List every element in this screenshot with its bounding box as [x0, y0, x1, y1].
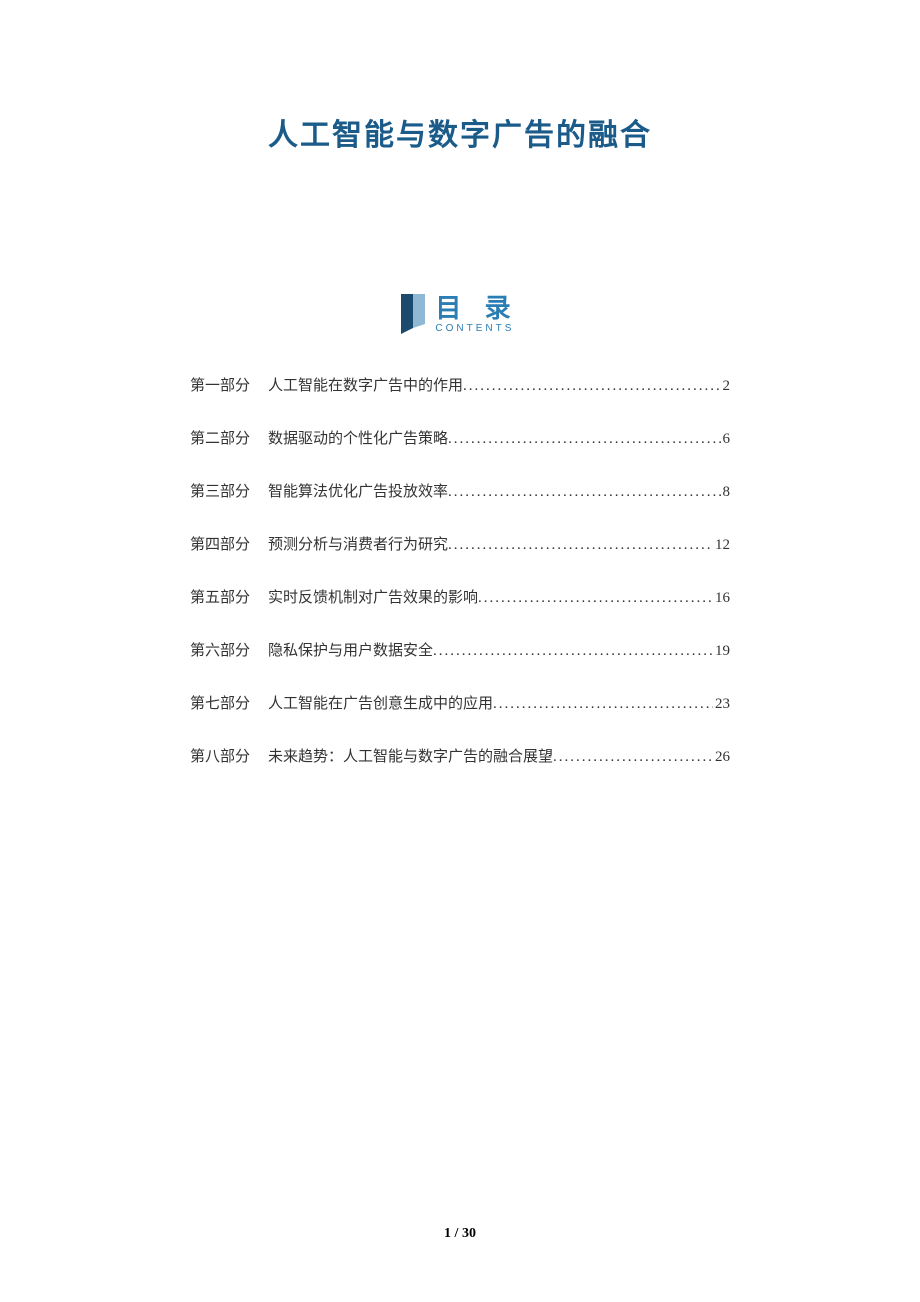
toc-part: 第三部分	[190, 480, 250, 501]
page-number-sep: /	[451, 1226, 462, 1241]
toc-page: 8	[721, 484, 731, 501]
toc-chapter: 未来趋势：人工智能与数字广告的融合展望	[268, 745, 553, 766]
toc-part: 第八部分	[190, 745, 250, 766]
toc-leader	[448, 537, 713, 554]
toc-part: 第一部分	[190, 374, 250, 395]
toc-page: 6	[721, 431, 731, 448]
page-number-total: 30	[462, 1226, 476, 1241]
toc-page: 16	[713, 590, 730, 607]
toc-entry[interactable]: 第八部分 未来趋势：人工智能与数字广告的融合展望 26	[190, 745, 730, 766]
toc-leader	[493, 696, 713, 713]
toc-entry[interactable]: 第二部分 数据驱动的个性化广告策略 6	[190, 427, 730, 448]
toc-page: 26	[713, 749, 730, 766]
page-footer: 1 / 30	[0, 1226, 920, 1242]
toc-leader	[448, 431, 720, 448]
page-number-current: 1	[444, 1226, 451, 1241]
toc-entry[interactable]: 第五部分 实时反馈机制对广告效果的影响 16	[190, 586, 730, 607]
toc-chapter: 数据驱动的个性化广告策略	[268, 427, 448, 448]
toc-header-sub: CONTENTS	[435, 323, 514, 334]
toc-chapter: 隐私保护与用户数据安全	[268, 639, 433, 660]
toc-header-icon	[401, 294, 425, 334]
toc-part: 第六部分	[190, 639, 250, 660]
toc-header-main: 目 录	[435, 295, 518, 321]
document-page: 人工智能与数字广告的融合 目 录 CONTENTS 第一部分 人工智能在数字广告…	[0, 0, 920, 766]
toc-entry[interactable]: 第三部分 智能算法优化广告投放效率 8	[190, 480, 730, 501]
toc-header-title: 目 录 CONTENTS	[435, 295, 518, 334]
toc-part: 第二部分	[190, 427, 250, 448]
toc-page: 2	[721, 378, 731, 395]
page-title: 人工智能与数字广告的融合	[120, 110, 800, 154]
toc-leader	[448, 484, 720, 501]
toc-entry[interactable]: 第一部分 人工智能在数字广告中的作用 2	[190, 374, 730, 395]
toc-leader	[433, 643, 713, 660]
toc-chapter: 预测分析与消费者行为研究	[268, 533, 448, 554]
toc-entry[interactable]: 第六部分 隐私保护与用户数据安全 19	[190, 639, 730, 660]
toc-entry[interactable]: 第四部分 预测分析与消费者行为研究 12	[190, 533, 730, 554]
toc-leader	[463, 378, 720, 395]
toc-leader	[478, 590, 713, 607]
toc-entry[interactable]: 第七部分 人工智能在广告创意生成中的应用 23	[190, 692, 730, 713]
toc-part: 第五部分	[190, 586, 250, 607]
toc-chapter: 人工智能在广告创意生成中的应用	[268, 692, 493, 713]
toc-chapter: 人工智能在数字广告中的作用	[268, 374, 463, 395]
toc-chapter: 智能算法优化广告投放效率	[268, 480, 448, 501]
toc-part: 第七部分	[190, 692, 250, 713]
toc-page: 12	[713, 537, 730, 554]
toc-leader	[553, 749, 713, 766]
toc-page: 19	[713, 643, 730, 660]
toc-page: 23	[713, 696, 730, 713]
toc-chapter: 实时反馈机制对广告效果的影响	[268, 586, 478, 607]
toc-header: 目 录 CONTENTS	[120, 294, 800, 334]
toc-list: 第一部分 人工智能在数字广告中的作用 2 第二部分 数据驱动的个性化广告策略 6…	[120, 374, 800, 766]
toc-part: 第四部分	[190, 533, 250, 554]
